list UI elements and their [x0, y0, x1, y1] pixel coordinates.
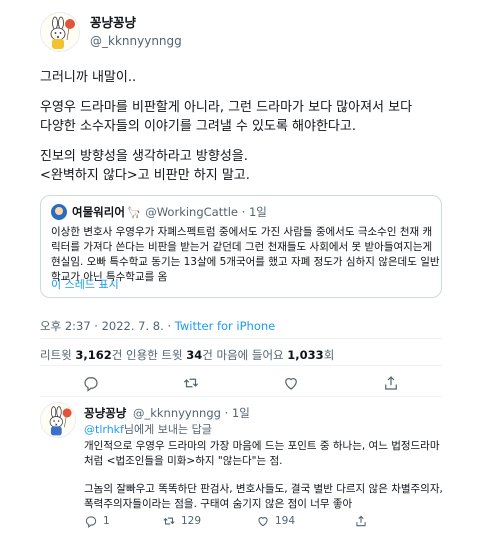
- reply-like-count: 194: [275, 515, 296, 527]
- share-icon: [356, 515, 366, 527]
- quoted-author-avatar[interactable]: [51, 204, 67, 220]
- replying-to: @tlrhkf님에게 보내는 답글: [84, 421, 212, 437]
- tweet-author[interactable]: 꽁냥꽁냥 @_kknnyynngg: [90, 15, 182, 49]
- retweet-label: 리트윗: [40, 348, 76, 362]
- quote-stat[interactable]: 건 인용한 트윗 34: [112, 348, 202, 362]
- like-suffix: 회: [323, 348, 335, 362]
- quoted-line: 현실임. 오빠 특수학교 동기는 13살에 5개국어를 했고 자폐 정도가 심하…: [51, 256, 440, 268]
- tweet-meta: 오후 2:37 · 2022. 7. 8. · Twitter for iPho…: [40, 318, 275, 334]
- tweet-line: 우영우 드라마를 비판할게 아니라, 그런 드라마가 보다 많아져서 보다: [40, 100, 413, 115]
- retweet-icon: [163, 517, 175, 525]
- retweet-icon[interactable]: [182, 374, 200, 392]
- quoted-line: 이상한 변호사 우영우가 자폐스펙트럼 중에서도 가진 사람들 중에서도 극소수…: [51, 226, 433, 238]
- reply-icon: [85, 516, 97, 528]
- reply-line: 폭력주의자들이라는 점을. 구태여 숨기지 않은 점이 너무 좋아: [84, 497, 353, 510]
- tweet-text: 그러니까 내말이.. 우영우 드라마를 비판할게 아니라, 그런 드라마가 보다…: [40, 68, 470, 196]
- tweet-source-link[interactable]: Twitter for iPhone: [175, 319, 276, 333]
- divider: [40, 365, 442, 366]
- quoted-author-name[interactable]: 여물워리어: [72, 204, 125, 220]
- like-label: 건 마음에 들어요: [202, 348, 288, 362]
- retweet-count: 3,162: [75, 348, 112, 362]
- like-icon: [258, 517, 268, 527]
- reply-author-name[interactable]: 꽁냥꽁냥: [84, 406, 126, 420]
- replying-to-suffix: 님에게 보내는 답글: [123, 423, 212, 436]
- author-name[interactable]: 꽁냥꽁냥: [90, 15, 182, 31]
- divider: [40, 338, 442, 339]
- quote-count: 34: [186, 348, 203, 362]
- quoted-author-handle: @WorkingCattle · 1일: [145, 205, 267, 219]
- tweet-timestamp[interactable]: 오후 2:37 · 2022. 7. 8. ·: [40, 319, 175, 333]
- replying-to-handle[interactable]: @tlrhkf: [84, 423, 124, 436]
- reply-retweet-button[interactable]: 129: [162, 514, 201, 528]
- reply-text: 개인적으로 우영우 드라마의 가장 마음에 드는 포인트 중 하나는, 여느 법…: [84, 439, 444, 511]
- tweet-actions: [40, 372, 442, 394]
- reply-author-handle[interactable]: @_kknnyynngg · 1일: [133, 406, 250, 420]
- tweet-stats: 리트윗 3,162건 인용한 트윗 34건 마음에 들어요 1,033회: [40, 347, 334, 363]
- reply-actions: 1 129 194: [84, 514, 464, 532]
- reply-line: 처럼 <법조인들을 미화>하지 "않는다"는 점.: [84, 454, 283, 467]
- llama-emoji-icon: 🦙: [126, 205, 142, 219]
- quoted-tweet[interactable]: 여물워리어 🦙 @WorkingCattle · 1일 이상한 변호사 우영우가…: [40, 195, 442, 298]
- tweet-line: 그러니까 내말이..: [40, 70, 137, 85]
- author-handle[interactable]: @_kknnyynngg: [90, 33, 182, 49]
- tweet-line: 다양한 소수자들의 이야기를 그려낼 수 있도록 해야한다고.: [40, 119, 356, 134]
- reply-share-button[interactable]: [354, 514, 373, 528]
- like-count: 1,033: [287, 348, 324, 362]
- quoted-line: 릭터를 가져다 쓴다는 비판을 받는거 같던데 그런 천재들도 사회에서 못 받…: [51, 241, 433, 253]
- author-avatar[interactable]: [40, 12, 80, 52]
- reply-line: 개인적으로 우영우 드라마의 가장 마음에 드는 포인트 중 하나는, 여느 법…: [84, 440, 440, 452]
- retweet-stat[interactable]: 리트윗 3,162: [40, 348, 112, 362]
- reply-like-button[interactable]: 194: [256, 514, 295, 528]
- divider: [40, 396, 442, 397]
- reply-reply-button[interactable]: 1: [84, 514, 110, 528]
- reply-author-avatar[interactable]: [40, 402, 76, 438]
- reply-header: 꽁냥꽁냥 @_kknnyynngg · 1일: [84, 405, 250, 421]
- like-stat[interactable]: 건 마음에 들어요 1,033회: [202, 348, 334, 362]
- reply-icon[interactable]: [82, 374, 100, 392]
- reply-reply-count: 1: [103, 515, 110, 527]
- reply-retweet-count: 129: [181, 515, 202, 527]
- tweet-line: 진보의 방향성을 생각하라고 방향성을.: [40, 149, 248, 164]
- reply-line: 그놈의 잘빠우고 똑똑하단 판검사, 변호사들도, 결국 별반 다르지 않은 차…: [84, 483, 443, 495]
- quoted-tweet-header: 여물워리어 🦙 @WorkingCattle · 1일: [51, 204, 267, 220]
- quote-label: 건 인용한 트윗: [111, 348, 187, 362]
- share-icon[interactable]: [382, 374, 400, 392]
- tweet-line: <완벽하지 않다>고 비판만 하지 말고.: [40, 168, 250, 183]
- show-thread-link[interactable]: 이 스레드 표시: [51, 276, 119, 292]
- like-icon[interactable]: [282, 374, 300, 392]
